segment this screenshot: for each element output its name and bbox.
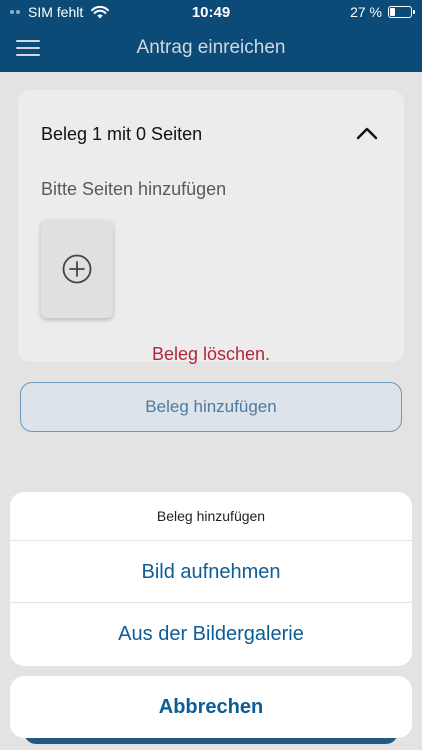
cancel-button[interactable]: Abbrechen <box>10 676 412 738</box>
page-title: Antrag einreichen <box>136 37 286 58</box>
action-sheet: Beleg hinzufügen Bild aufnehmen Aus der … <box>10 492 412 666</box>
receipt-card-title: Beleg 1 mit 0 Seiten <box>41 124 203 144</box>
delete-receipt-link[interactable]: Beleg löschen. <box>18 344 404 365</box>
receipt-card: Beleg 1 mit 0 Seiten Bitte Seiten hinzuf… <box>18 90 404 365</box>
battery-icon <box>388 6 415 18</box>
add-page-button[interactable] <box>41 220 113 318</box>
chevron-up-icon[interactable] <box>356 127 378 140</box>
top-bar: SIM fehlt 10:49 27 % Antrag einreichen <box>0 0 422 72</box>
take-photo-option[interactable]: Bild aufnehmen <box>10 541 412 603</box>
battery-percent: 27 % <box>350 4 382 20</box>
add-receipt-button[interactable]: Beleg hinzufügen <box>20 382 402 432</box>
add-pages-hint: Bitte Seiten hinzufügen <box>41 179 227 199</box>
status-bar: SIM fehlt 10:49 27 % <box>0 0 422 24</box>
battery-level-fill <box>390 8 395 16</box>
action-sheet-title: Beleg hinzufügen <box>10 492 412 541</box>
photo-gallery-option[interactable]: Aus der Bildergalerie <box>10 603 412 665</box>
battery-status: 27 % <box>350 4 415 20</box>
plus-circle-icon <box>62 254 92 284</box>
